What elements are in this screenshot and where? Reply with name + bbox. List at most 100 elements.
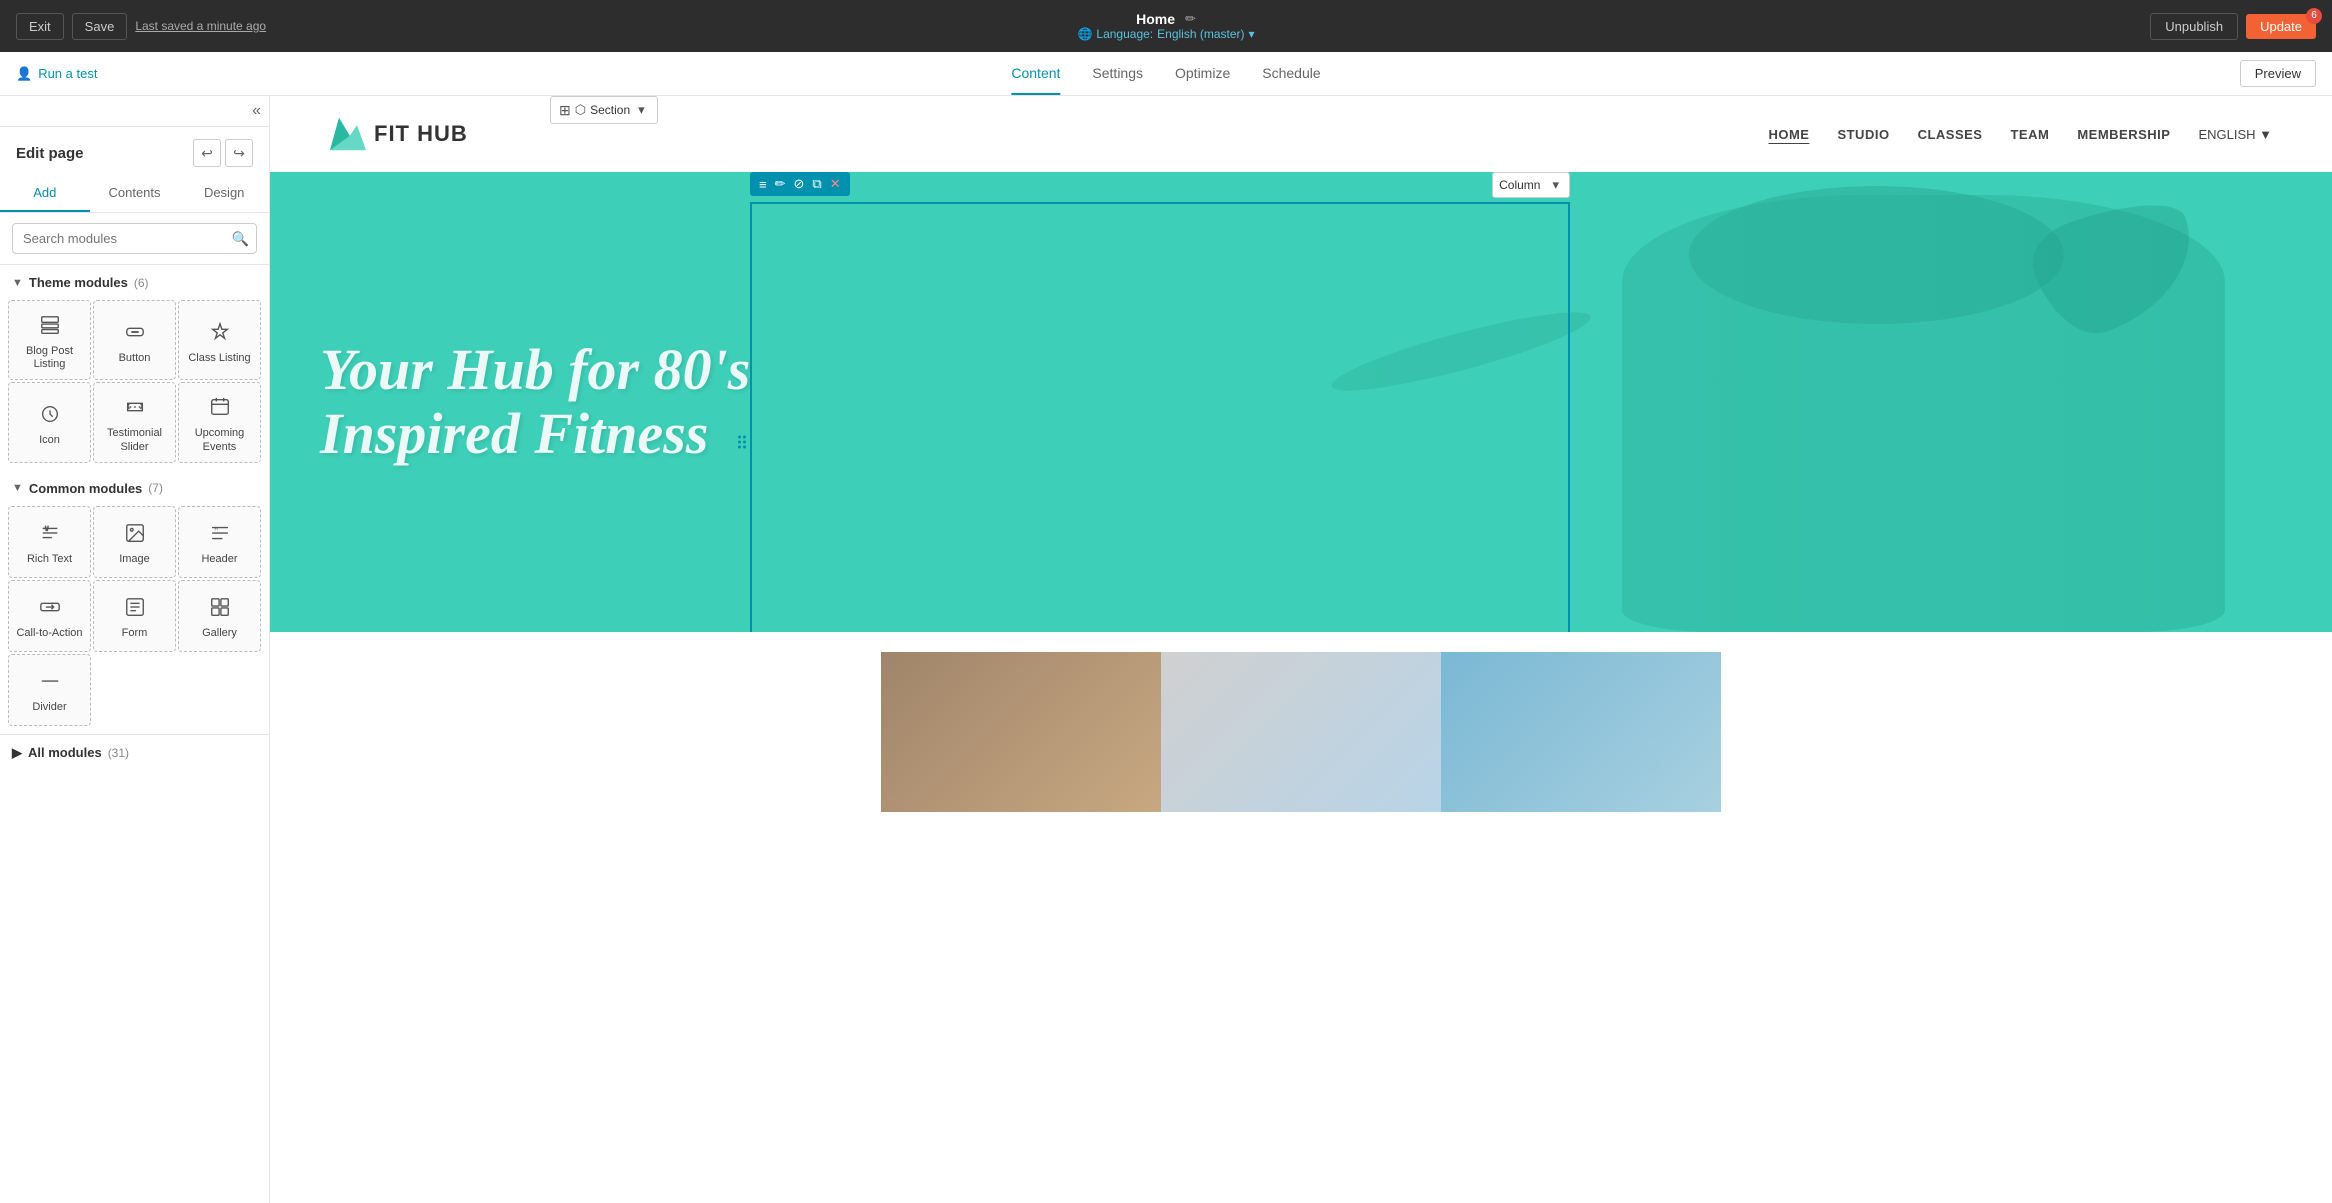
module-cta[interactable]: Call-to-Action — [8, 580, 91, 652]
thumbnail-3 — [1441, 652, 1721, 812]
nav-membership[interactable]: MEMBERSHIP — [2077, 127, 2170, 142]
module-testimonial-slider[interactable]: Testimonial Slider — [93, 382, 176, 462]
sidebar-tab-add[interactable]: Add — [0, 175, 90, 212]
top-bar-center: Home ✏ 🌐 Language: English (master) ▾ — [1077, 11, 1254, 41]
column-dropdown-button[interactable]: ▾ — [1548, 175, 1563, 195]
module-header[interactable]: H Header — [178, 506, 261, 578]
rich-text-label: Rich Text — [27, 553, 72, 566]
sidebar: « Edit page ↩ ↪ Add Contents Design 🔍 ▼ … — [0, 96, 270, 1203]
class-listing-label: Class Listing — [188, 352, 250, 365]
language-value[interactable]: English (master) — [1157, 27, 1244, 41]
all-modules-header[interactable]: ▶ All modules (31) — [0, 734, 269, 769]
blog-post-listing-label: Blog Post Listing — [15, 345, 84, 371]
sidebar-collapse-area: « — [0, 96, 269, 127]
tab-settings[interactable]: Settings — [1092, 53, 1143, 95]
module-class-listing[interactable]: Class Listing — [178, 300, 261, 380]
main-layout: « Edit page ↩ ↪ Add Contents Design 🔍 ▼ … — [0, 96, 2332, 1203]
form-label: Form — [122, 627, 148, 640]
all-modules-count: (31) — [108, 746, 129, 760]
content-align-icon[interactable]: ≡ — [756, 175, 770, 194]
testimonial-slider-label: Testimonial Slider — [100, 427, 169, 453]
theme-modules-header[interactable]: ▼ Theme modules (6) — [0, 265, 269, 296]
button-icon — [121, 318, 149, 346]
nav-classes[interactable]: CLASSES — [1918, 127, 1983, 142]
search-input[interactable] — [12, 223, 257, 254]
module-gallery[interactable]: Gallery — [178, 580, 261, 652]
top-bar: Exit Save Last saved a minute ago Home ✏… — [0, 0, 2332, 52]
sidebar-header: Edit page ↩ ↪ — [0, 127, 269, 175]
language-dropdown-icon[interactable]: ▾ — [1249, 27, 1255, 41]
sidebar-collapse-button[interactable]: « — [252, 102, 261, 120]
nav-team[interactable]: TEAM — [2010, 127, 2049, 142]
upcoming-events-icon — [206, 393, 234, 421]
sub-nav-right: Preview — [2240, 60, 2316, 87]
content-edit-icon[interactable]: ✏ — [772, 174, 789, 194]
preview-button[interactable]: Preview — [2240, 60, 2316, 87]
content-toolbar: ≡ ✏ ⊘ ⧉ ✕ — [750, 172, 850, 196]
section-toolbar: ⊞ ⬡ Section ▾ — [550, 96, 658, 124]
thumbnail-1 — [881, 652, 1161, 812]
theme-modules-chevron: ▼ — [12, 277, 23, 289]
module-upcoming-events[interactable]: Upcoming Events — [178, 382, 261, 462]
site-nav-links: HOME STUDIO CLASSES TEAM MEMBERSHIP ENGL… — [1768, 127, 2272, 142]
section-toolbar-wrapper: ⊞ ⬡ Section ▾ — [550, 96, 658, 124]
search-box: 🔍 — [0, 213, 269, 265]
common-modules-header[interactable]: ▼ Common modules (7) — [0, 471, 269, 502]
content-style-icon[interactable]: ⊘ — [791, 174, 808, 194]
nav-home[interactable]: HOME — [1768, 127, 1809, 142]
module-button[interactable]: Button — [93, 300, 176, 380]
canvas: ⊞ ⬡ Section ▾ FIT HUB HOME — [270, 96, 2332, 1203]
module-image[interactable]: Image — [93, 506, 176, 578]
theme-modules-grid: Blog Post Listing Button — [0, 296, 269, 471]
hero-image-area — [992, 172, 2332, 632]
section-label: Section — [590, 103, 630, 117]
unpublish-button[interactable]: Unpublish — [2150, 13, 2238, 40]
run-test-link[interactable]: 👤 Run a test — [16, 66, 97, 82]
tab-optimize[interactable]: Optimize — [1175, 53, 1230, 95]
module-blog-post-listing[interactable]: Blog Post Listing — [8, 300, 91, 380]
section-dropdown-button[interactable]: ▾ — [634, 100, 649, 120]
sub-nav: 👤 Run a test Content Settings Optimize S… — [0, 52, 2332, 96]
update-badge: 6 — [2306, 8, 2322, 24]
button-label: Button — [119, 352, 151, 365]
save-button[interactable]: Save — [72, 13, 128, 40]
exit-button[interactable]: Exit — [16, 13, 64, 40]
thumbnails-row — [270, 632, 2332, 832]
all-modules-label: All modules — [28, 745, 102, 760]
hero-section: Column ▾ ≡ ✏ ⊘ ⧉ ✕ Your Hub for — [270, 172, 2332, 632]
thumbnail-2 — [1161, 652, 1441, 812]
gallery-icon — [206, 593, 234, 621]
nav-studio[interactable]: STUDIO — [1837, 127, 1889, 142]
undo-button[interactable]: ↩ — [193, 139, 221, 167]
last-saved-label[interactable]: Last saved a minute ago — [135, 19, 266, 33]
update-button[interactable]: Update 6 — [2246, 14, 2316, 39]
module-rich-text[interactable]: Rich Text — [8, 506, 91, 578]
content-delete-icon[interactable]: ✕ — [827, 174, 844, 194]
redo-button[interactable]: ↪ — [225, 139, 253, 167]
module-divider[interactable]: Divider — [8, 654, 91, 726]
blog-post-listing-icon — [36, 311, 64, 339]
sidebar-tab-design[interactable]: Design — [179, 175, 269, 212]
column-label: Column — [1499, 178, 1540, 192]
header-label: Header — [201, 553, 237, 566]
tab-schedule[interactable]: Schedule — [1262, 53, 1320, 95]
common-modules-count: (7) — [148, 481, 163, 495]
search-icon: 🔍 — [232, 230, 249, 247]
run-test-label: Run a test — [38, 66, 97, 81]
tab-content[interactable]: Content — [1011, 53, 1060, 95]
site-wrapper: ⊞ ⬡ Section ▾ FIT HUB HOME — [270, 96, 2332, 1203]
theme-modules-label: Theme modules — [29, 275, 128, 290]
top-bar-right: Unpublish Update 6 — [2150, 13, 2316, 40]
content-copy-icon[interactable]: ⧉ — [809, 174, 824, 194]
language-label: Language: — [1096, 27, 1153, 41]
globe-icon: 🌐 — [1077, 27, 1092, 41]
sidebar-title: Edit page — [16, 145, 84, 162]
module-icon[interactable]: Icon — [8, 382, 91, 462]
upcoming-events-label: Upcoming Events — [185, 427, 254, 453]
edit-page-title-icon[interactable]: ✏ — [1185, 11, 1196, 27]
update-label: Update — [2260, 19, 2302, 34]
sidebar-tab-contents[interactable]: Contents — [90, 175, 180, 212]
nav-language[interactable]: ENGLISH ▼ — [2198, 127, 2272, 142]
testimonial-slider-icon — [121, 393, 149, 421]
module-form[interactable]: Form — [93, 580, 176, 652]
